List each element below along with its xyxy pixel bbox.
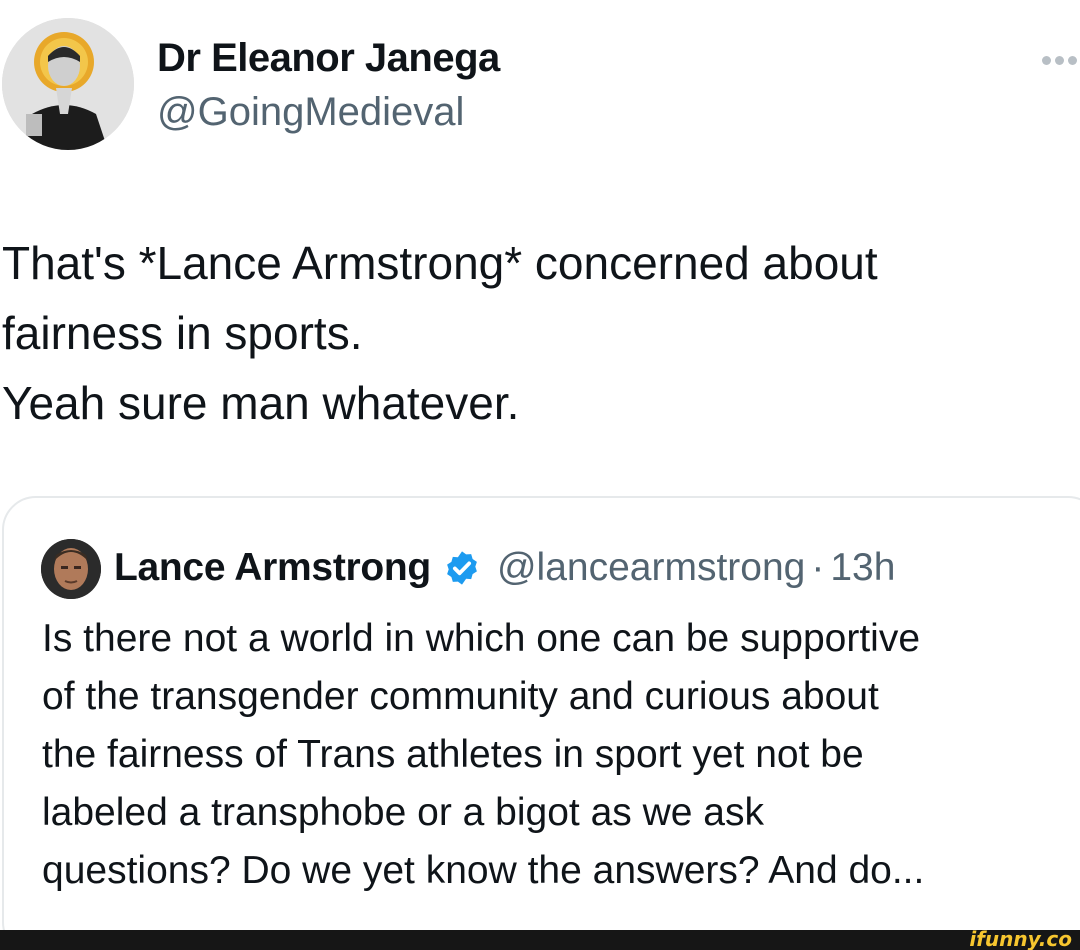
quoted-tweet-text: Is there not a world in which one can be… xyxy=(42,610,1072,900)
separator-dot: · xyxy=(811,546,825,589)
quoted-tweet-timestamp[interactable]: 13h xyxy=(830,546,895,590)
tweet: Dr Eleanor Janega @GoingMedieval That's … xyxy=(0,0,1080,950)
verified-badge-icon xyxy=(447,551,477,585)
tweet-text-line: That's *Lance Armstrong* concerned about xyxy=(2,237,878,289)
tweet-text-line: fairness in sports. xyxy=(2,307,363,359)
quoted-author-display-name[interactable]: Lance Armstrong xyxy=(114,546,431,590)
author-display-name[interactable]: Dr Eleanor Janega xyxy=(157,36,500,81)
ifunny-watermark: ifunny.co xyxy=(969,927,1072,950)
quoted-author-avatar-image xyxy=(41,539,101,599)
author-avatar-image xyxy=(2,18,134,150)
tweet-text-line: Yeah sure man whatever. xyxy=(2,377,520,429)
quoted-text-line: of the transgender community and curious… xyxy=(42,675,879,718)
quoted-tweet-header: Lance Armstrong @lancearmstrong · 13h xyxy=(114,544,895,592)
ellipsis-icon[interactable] xyxy=(1040,52,1080,68)
tweet-text: That's *Lance Armstrong* concerned about… xyxy=(2,228,1062,438)
quoted-tweet-card[interactable]: Lance Armstrong @lancearmstrong · 13h Is… xyxy=(2,496,1080,950)
quoted-author-handle[interactable]: @lancearmstrong xyxy=(497,546,805,590)
quoted-author-avatar[interactable] xyxy=(41,539,101,599)
quoted-text-line: the fairness of Trans athletes in sport … xyxy=(42,733,864,776)
quoted-text-line: questions? Do we yet know the answers? A… xyxy=(42,849,925,892)
watermark-bar: ifunny.co xyxy=(0,927,1080,950)
author-avatar[interactable] xyxy=(2,18,134,150)
quoted-text-line: Is there not a world in which one can be… xyxy=(42,617,921,660)
author-handle[interactable]: @GoingMedieval xyxy=(157,90,464,135)
quoted-text-line: labeled a transphobe or a bigot as we as… xyxy=(42,791,764,834)
